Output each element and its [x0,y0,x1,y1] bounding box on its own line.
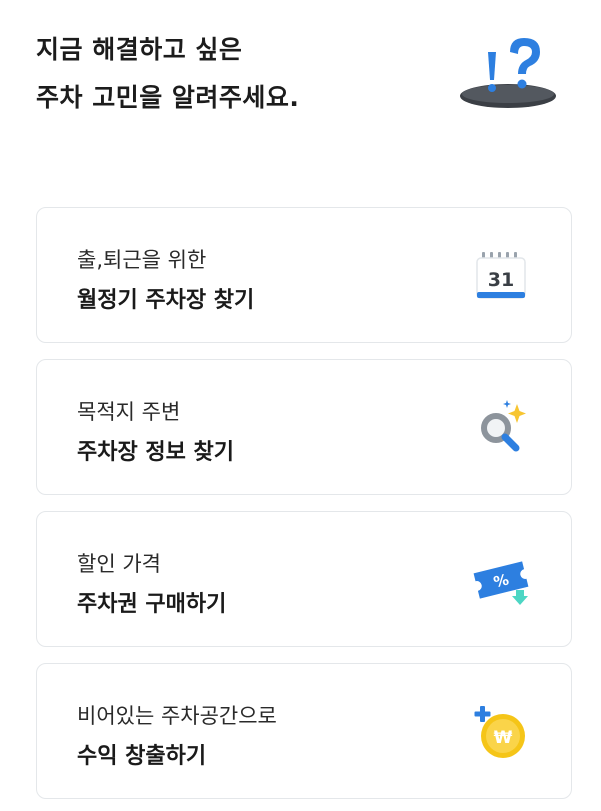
page-title: 지금 해결하고 싶은 주차 고민을 알려주세요. [36,26,299,122]
won-coin-icon: ₩ [474,706,525,758]
destination-parking-card[interactable]: 목적지 주변 주차장 정보 찾기 [36,359,572,495]
card-title: 월정기 주차장 찾기 [77,288,255,313]
title-line-2: 주차 고민을 알려주세요. [36,83,300,112]
discount-ticket-icon: % [473,561,529,605]
calendar-icon: 31 [476,252,526,299]
earn-income-card[interactable]: 비어있는 주차공간으로 수익 창출하기 ₩ [36,663,572,799]
magnifier-sparkle-icon [481,400,526,452]
card-title: 주차장 정보 찾기 [77,440,234,465]
coin-won-text: ₩ [494,728,513,748]
pothole-question-icon [460,38,556,108]
parking-concern-page: 지금 해결하고 싶은 주차 고민을 알려주세요. 출,퇴근을 위한 월정기 주차… [0,0,601,811]
card-subtitle: 출,퇴근을 위한 [77,248,207,272]
card-title: 수익 창출하기 [77,744,207,769]
card-subtitle: 목적지 주변 [77,400,181,424]
title-line-1: 지금 해결하고 싶은 [36,35,243,64]
monthly-parking-card[interactable]: 출,퇴근을 위한 월정기 주차장 찾기 31 [36,207,572,343]
discount-ticket-card[interactable]: 할인 가격 주차권 구매하기 % [36,511,572,647]
card-title: 주차권 구매하기 [77,592,227,617]
card-subtitle: 할인 가격 [77,552,161,576]
calendar-day-text: 31 [488,269,514,291]
card-subtitle: 비어있는 주차공간으로 [77,704,277,728]
